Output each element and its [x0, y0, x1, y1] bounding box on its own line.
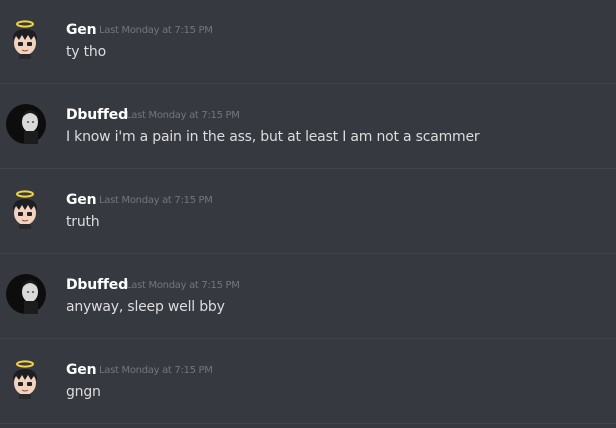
message-timestamp: Last Monday at 7:15 PM: [99, 195, 213, 206]
message-item: Gen Last Monday at 7:15 PM gngn: [0, 340, 616, 424]
message-item: Gen Last Monday at 7:15 PM ty tho: [0, 0, 616, 84]
message-item: Dbuffed Last Monday at 7:15 PM I know i'…: [0, 85, 616, 169]
message-item: Gen Last Monday at 7:15 PM truth: [0, 170, 616, 254]
message-timestamp: Last Monday at 7:15 PM: [99, 25, 213, 36]
message-text: gngn: [66, 384, 101, 400]
message-timestamp: Last Monday at 7:15 PM: [99, 365, 213, 376]
message-text: ty tho: [66, 44, 106, 60]
message-timestamp: Last Monday at 7:15 PM: [126, 280, 240, 291]
dark-portrait-avatar-icon[interactable]: [6, 274, 46, 314]
message-text: I know i'm a pain in the ass, but at lea…: [66, 129, 480, 145]
message-text: truth: [66, 214, 100, 230]
author-name[interactable]: Gen: [66, 362, 97, 378]
author-name[interactable]: Gen: [66, 192, 97, 208]
dark-portrait-avatar-icon[interactable]: [6, 104, 46, 144]
author-name[interactable]: Dbuffed: [66, 277, 128, 293]
anime-halo-avatar-icon[interactable]: [6, 19, 46, 59]
anime-halo-avatar-icon[interactable]: [6, 189, 46, 229]
message-item: Dbuffed Last Monday at 7:15 PM anyway, s…: [0, 255, 616, 339]
message-text: anyway, sleep well bby: [66, 299, 225, 315]
author-name[interactable]: Gen: [66, 22, 97, 38]
message-divider: [0, 423, 616, 424]
message-divider: [0, 338, 616, 339]
message-divider: [0, 83, 616, 84]
chat-message-list: Gen Last Monday at 7:15 PM ty tho Dbuffe…: [0, 0, 616, 428]
author-name[interactable]: Dbuffed: [66, 107, 128, 123]
message-divider: [0, 168, 616, 169]
message-divider: [0, 253, 616, 254]
message-timestamp: Last Monday at 7:15 PM: [126, 110, 240, 121]
anime-halo-avatar-icon[interactable]: [6, 359, 46, 399]
